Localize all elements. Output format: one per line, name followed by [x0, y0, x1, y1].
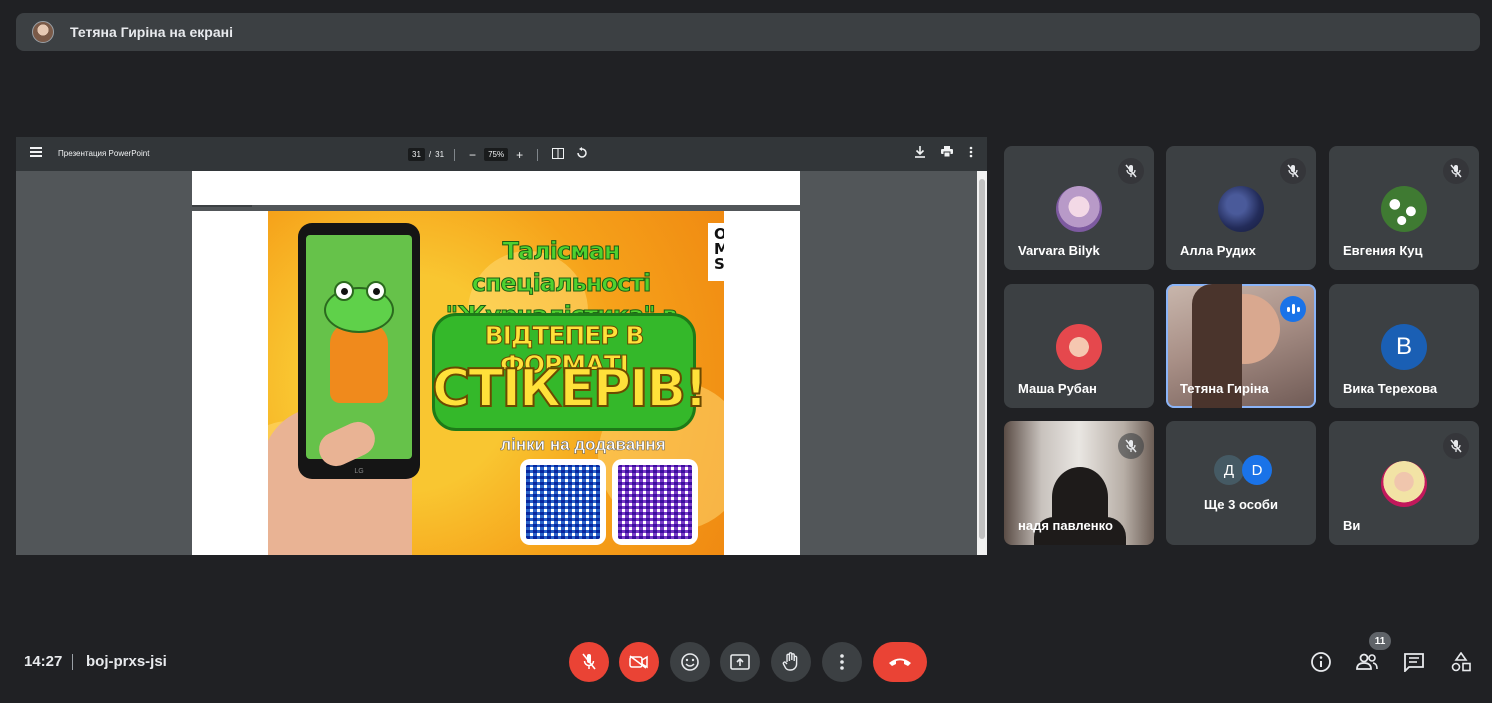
more-options-button[interactable] [822, 642, 862, 682]
meeting-time: 14:27 [24, 653, 63, 670]
participant-name: Алла Рудих [1180, 243, 1256, 258]
slide-image: LG Талісман спеціальності "Журналістика"… [268, 211, 724, 555]
page-number-input[interactable]: 31 [408, 148, 425, 161]
qr-code-2 [612, 459, 698, 545]
mic-off-icon [1443, 158, 1469, 184]
avatar: D [1242, 455, 1272, 485]
participant-name: Маша Рубан [1018, 381, 1097, 396]
download-icon[interactable] [915, 146, 925, 161]
leave-call-button[interactable] [873, 642, 927, 682]
videocam-off-icon [629, 655, 648, 669]
avatar [1381, 461, 1427, 507]
avatar [1381, 186, 1427, 232]
mic-off-icon [1118, 158, 1144, 184]
qr-code-1 [520, 459, 606, 545]
presentation-stage: Презентация PowerPoint 31 / 31 − 75% + L… [16, 137, 987, 555]
rotate-icon[interactable] [576, 147, 588, 162]
avatar [1056, 186, 1102, 232]
participant-name: надя павленко [1018, 518, 1113, 533]
participant-name: Тетяна Гиріна [1180, 381, 1269, 396]
participant-name: Евгения Куц [1343, 243, 1423, 258]
zoom-out-icon[interactable]: − [469, 148, 476, 162]
participants-count-badge: 11 [1369, 632, 1391, 650]
menu-icon[interactable] [30, 147, 42, 161]
chat-icon [1404, 653, 1424, 672]
slide-headline-2: СТІКЕРІВ! [431, 358, 709, 420]
meeting-details-button[interactable] [1309, 650, 1333, 674]
present-screen-button[interactable] [720, 642, 760, 682]
participant-name: Ви [1343, 518, 1361, 533]
current-page: LG Талісман спеціальності "Журналістика"… [192, 211, 800, 555]
raise-hand-button[interactable] [771, 642, 811, 682]
participant-name: Varvara Bilyk [1018, 243, 1100, 258]
mic-off-icon [1118, 433, 1144, 459]
avatar: В [1381, 324, 1427, 370]
reactions-button[interactable] [670, 642, 710, 682]
more-vert-icon[interactable] [969, 146, 973, 161]
participant-name: Вика Терехова [1343, 381, 1438, 396]
present-to-all-icon [730, 654, 750, 670]
participant-tile[interactable]: Маша Рубан [1004, 284, 1154, 408]
activities-icon [1451, 652, 1471, 672]
fit-page-icon[interactable] [552, 147, 565, 162]
participant-tile[interactable]: Евгения Куц [1329, 146, 1479, 270]
participant-tile-overflow[interactable]: Д D Ще 3 особи [1166, 421, 1316, 545]
participant-tile[interactable]: надя павленко [1004, 421, 1154, 545]
meeting-code: boj-prxs-jsi [86, 653, 167, 670]
participant-tile[interactable]: Алла Рудих [1166, 146, 1316, 270]
participant-tile[interactable]: Varvara Bilyk [1004, 146, 1154, 270]
more-vert-icon [840, 654, 844, 670]
presenter-avatar [32, 21, 54, 43]
people-icon [1356, 653, 1378, 670]
activities-button[interactable] [1449, 650, 1473, 674]
previous-page [192, 171, 800, 205]
slide-links-label: лінки на додавання [500, 435, 666, 455]
info-icon [1311, 652, 1331, 672]
presenter-banner: Тетяна Гиріна на екрані [16, 13, 1480, 51]
hand-icon [782, 652, 798, 671]
participant-tile[interactable]: В Вика Терехова [1329, 284, 1479, 408]
page-controls: 31 / 31 − 75% + [408, 147, 592, 162]
emoji-icon [681, 653, 699, 671]
participant-tile-active-speaker[interactable]: Тетяна Гиріна [1166, 284, 1316, 408]
avatar [1056, 324, 1102, 370]
phone-brand: LG [354, 468, 364, 475]
pdf-toolbar: Презентация PowerPoint 31 / 31 − 75% + [16, 137, 987, 171]
camera-toggle-button[interactable] [619, 642, 659, 682]
page-total: 31 [435, 150, 445, 159]
mic-off-icon [1280, 158, 1306, 184]
zoom-in-icon[interactable]: + [516, 148, 523, 162]
page-separator: / [428, 150, 432, 159]
speaking-indicator-icon [1280, 296, 1306, 322]
chat-button[interactable] [1402, 650, 1426, 674]
print-icon[interactable] [941, 146, 953, 161]
mic-off-icon [1443, 433, 1469, 459]
avatar [1218, 186, 1264, 232]
participant-overflow-label: Ще 3 особи [1204, 497, 1278, 512]
open-media-space-logo: OPEN MEDIA SPACE [708, 223, 724, 281]
avatar: Д [1214, 455, 1244, 485]
zoom-input[interactable]: 75% [484, 148, 509, 161]
pdf-scrollbar[interactable] [977, 171, 987, 555]
mic-off-icon [582, 653, 596, 670]
people-button[interactable] [1355, 650, 1379, 674]
mic-toggle-button[interactable] [569, 642, 609, 682]
participant-tile-self[interactable]: Ви [1329, 421, 1479, 545]
presenter-banner-text: Тетяна Гиріна на екрані [70, 24, 233, 40]
call-end-icon [889, 658, 911, 666]
pdf-title: Презентация PowerPoint [58, 149, 150, 158]
